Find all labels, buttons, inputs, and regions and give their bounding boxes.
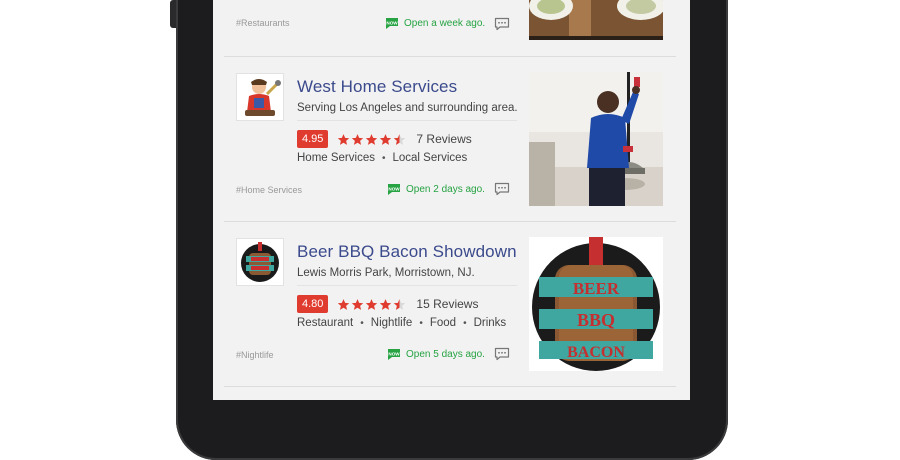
listing-rating: 4.80 15 Reviews [297, 295, 478, 313]
logo-word-bbq: BBQ [577, 310, 615, 330]
listing-status-text: Open 2 days ago. [406, 183, 485, 195]
rating-score-badge: 4.80 [297, 295, 329, 313]
star-full-icon [352, 298, 364, 310]
review-count[interactable]: 15 Reviews [416, 297, 478, 311]
star-full-icon [366, 133, 378, 145]
listing-status-text: Open a week ago. [404, 17, 486, 29]
star-full-icon [352, 133, 364, 145]
review-count[interactable]: 7 Reviews [416, 132, 471, 146]
listing-photo-beer-bbq-bacon-logo[interactable]: BEER BBQ BACON [529, 237, 663, 371]
rating-score-badge: 4.95 [297, 130, 329, 148]
listing-tag[interactable]: #Home Services [236, 185, 302, 195]
listing-categories: Home Services • Local Services [297, 152, 467, 164]
star-full-icon [380, 298, 392, 310]
listing-title[interactable]: Beer BBQ Bacon Showdown [297, 242, 517, 262]
listing-separator [297, 285, 517, 286]
category-link[interactable]: Local Services [392, 152, 467, 164]
now-badge-icon: NOW [386, 18, 398, 29]
chat-icon[interactable] [494, 17, 510, 31]
chat-icon[interactable] [494, 347, 510, 361]
listing-card-west-home-services[interactable]: West Home Services Serving Los Angeles a… [224, 57, 676, 222]
category-separator: • [381, 152, 386, 164]
star-rating [337, 133, 407, 146]
category-link[interactable]: Food [430, 317, 456, 329]
listing-photo-handyman[interactable] [529, 72, 663, 206]
category-link[interactable]: Drinks [474, 317, 507, 329]
star-full-icon [338, 298, 350, 310]
listing-logo-handyman [236, 73, 284, 121]
svg-text:NOW: NOW [386, 20, 398, 25]
listing-photo-food[interactable] [529, 0, 663, 40]
listing-title[interactable]: West Home Services [297, 77, 457, 97]
svg-text:NOW: NOW [388, 186, 400, 191]
listing-rating: 4.95 7 Reviews [297, 130, 472, 148]
category-link[interactable]: Restaurant [297, 317, 353, 329]
listing-subtitle: Serving Los Angeles and surrounding area… [297, 102, 518, 114]
star-full-icon [366, 298, 378, 310]
listing-status-text: Open 5 days ago. [406, 348, 485, 360]
star-half-icon [394, 133, 406, 145]
listing-status: NOW Open a week ago. [384, 16, 485, 30]
listing-divider [224, 386, 676, 387]
listing-categories: Restaurant • Nightlife • Food • Drinks [297, 317, 506, 329]
category-separator: • [463, 317, 467, 329]
listing-card-restaurants[interactable]: #Restaurants NOW Open a week ago. [224, 0, 676, 57]
category-separator: • [419, 317, 423, 329]
category-link[interactable]: Nightlife [371, 317, 413, 329]
listing-status: NOW Open 2 days ago. [386, 182, 485, 196]
star-half-icon [394, 298, 406, 310]
category-separator: • [360, 317, 364, 329]
logo-word-beer: BEER [573, 279, 620, 298]
now-badge-icon: NOW [388, 349, 400, 360]
phone-side-button [170, 0, 176, 28]
category-link[interactable]: Home Services [297, 152, 375, 164]
listing-card-beer-bbq-bacon[interactable]: Beer BBQ Bacon Showdown Lewis Morris Par… [224, 222, 676, 387]
logo-word-bacon: BACON [567, 344, 625, 361]
listing-logo-beer-bbq-bacon [236, 238, 284, 286]
star-full-icon [338, 133, 350, 145]
listing-tag[interactable]: #Nightlife [236, 350, 274, 360]
listing-separator [297, 120, 517, 121]
svg-text:NOW: NOW [388, 351, 400, 356]
chat-icon[interactable] [494, 182, 510, 196]
listing-tag[interactable]: #Restaurants [236, 18, 290, 28]
listing-subtitle: Lewis Morris Park, Morristown, NJ. [297, 267, 475, 279]
now-badge-icon: NOW [388, 184, 400, 195]
listing-status: NOW Open 5 days ago. [386, 347, 485, 361]
phone-screen: #Restaurants NOW Open a week ago. West H… [213, 0, 690, 400]
star-rating [337, 298, 407, 311]
star-full-icon [380, 133, 392, 145]
